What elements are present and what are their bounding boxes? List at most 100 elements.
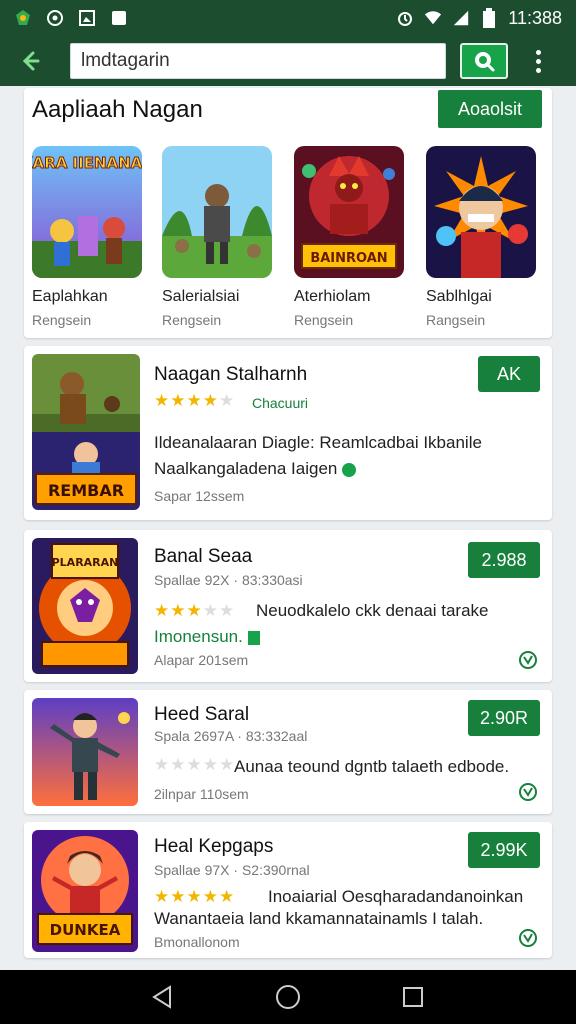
app-list-item[interactable]: DUNKEA Heal Kepgaps Spallae 97X · S2:390… bbox=[24, 822, 552, 958]
circle-home-icon bbox=[275, 985, 300, 1009]
star-icon: ★ bbox=[219, 601, 235, 620]
featured-tile[interactable]: Salerialsiai Rengsein bbox=[162, 146, 272, 328]
star-icon: ★ bbox=[186, 391, 202, 410]
art-title: KARA IIENANAS bbox=[32, 154, 142, 172]
app-meta: Spallae 92X · 83:330asi bbox=[154, 572, 303, 588]
rating-stars: ★ ★ ★ ★ ★ bbox=[154, 888, 234, 905]
description-line: Ildeanalaaran Diagle: Reamlcadbai Ikbani… bbox=[154, 433, 482, 452]
signal-icon bbox=[452, 9, 470, 27]
app-list-item[interactable]: PLARARAN Banal Seaa Spallae 92X · 83:330… bbox=[24, 530, 552, 682]
search-input[interactable] bbox=[70, 43, 446, 79]
app-description-line2: Wanantaeia land kkamannatainamls I talah… bbox=[154, 909, 484, 928]
tile-name: Sablhlgai bbox=[426, 288, 492, 305]
featured-tile[interactable]: Sablhlgai Rangsein bbox=[426, 146, 536, 328]
app-notification-icon bbox=[14, 9, 32, 27]
app-artwork: KARA IIENANAS bbox=[32, 146, 142, 278]
nav-back-button[interactable] bbox=[143, 977, 183, 1017]
description-line: Naalkangaladena Iaigen bbox=[154, 456, 534, 482]
tile-subtitle: Rengsein bbox=[162, 312, 222, 328]
star-icon: ★ bbox=[170, 391, 186, 410]
rating-stars: ★ ★ ★ ★ ★ bbox=[154, 756, 234, 773]
star-icon: ★ bbox=[154, 887, 170, 906]
app-title: Banal Seaa bbox=[154, 546, 253, 567]
featured-tile[interactable]: KARA IIENANAS Eaplahkan Rengsein bbox=[32, 146, 142, 328]
art-title: REMBAR bbox=[48, 481, 124, 500]
art-title: PLARARAN bbox=[52, 556, 119, 569]
app-artwork: BAINROAN bbox=[294, 146, 404, 278]
back-button[interactable] bbox=[10, 41, 50, 81]
nav-recents-button[interactable] bbox=[393, 977, 433, 1017]
price-button[interactable]: AK bbox=[478, 356, 540, 392]
featured-section: Aapliaah Nagan Aoaolsit KARA IIENANAS Ea… bbox=[24, 88, 552, 338]
see-more-button[interactable]: Aoaolsit bbox=[438, 90, 542, 128]
battery-icon bbox=[480, 8, 498, 28]
app-description-line1: Neuodkalelo ckk denaai tarake bbox=[256, 601, 489, 620]
star-icon: ★ bbox=[170, 887, 186, 906]
gallery-icon bbox=[78, 9, 96, 27]
app-list-item[interactable]: Heed Saral Spala 2697A · 83:332aal ★ ★ ★ ★ ★… bbox=[24, 690, 552, 814]
star-icon: ★ bbox=[202, 391, 218, 410]
star-icon: ★ bbox=[186, 755, 202, 774]
alarm-icon bbox=[396, 9, 414, 27]
rating-stars: ★ ★ ★ ★ ★ bbox=[154, 602, 234, 619]
star-icon: ★ bbox=[219, 755, 235, 774]
whatsapp-icon bbox=[46, 9, 64, 27]
tile-name: Salerialsiai bbox=[162, 288, 240, 305]
search-toolbar bbox=[0, 36, 576, 86]
status-bar: 11:388 bbox=[0, 0, 576, 36]
star-icon: ★ bbox=[202, 887, 218, 906]
installed-check-icon bbox=[519, 651, 537, 669]
app-title: Heal Kepgaps bbox=[154, 836, 274, 857]
price-button[interactable]: 2.90R bbox=[468, 700, 540, 736]
app-artwork bbox=[162, 146, 272, 278]
app-footer: Bmonallonom bbox=[154, 934, 240, 950]
art-title: BAINROAN bbox=[310, 251, 387, 266]
star-icon: ★ bbox=[170, 755, 186, 774]
tile-name: Aterhiolam bbox=[294, 288, 371, 305]
search-button[interactable] bbox=[460, 43, 508, 79]
art-title: DUNKEA bbox=[50, 921, 121, 939]
navigation-bar bbox=[0, 970, 576, 1024]
installed-check-icon bbox=[519, 929, 537, 947]
rating-stars: ★ ★ ★ ★ ★ bbox=[154, 392, 234, 409]
app-artwork: DUNKEA bbox=[32, 830, 138, 952]
price-button[interactable]: 2.988 bbox=[468, 542, 540, 578]
section-title: Aapliaah Nagan bbox=[32, 96, 203, 123]
star-icon: ★ bbox=[219, 887, 235, 906]
app-description: Ildeanalaaran Diagle: Reamlcadbai Ikbani… bbox=[154, 430, 534, 482]
installed-check-icon bbox=[519, 783, 537, 801]
square-recents-icon bbox=[403, 987, 424, 1007]
nav-home-button[interactable] bbox=[268, 977, 308, 1017]
app-artwork bbox=[32, 698, 138, 806]
star-icon: ★ bbox=[202, 601, 218, 620]
star-icon: ★ bbox=[219, 391, 235, 410]
app-description: Aunaa teound dgntb talaeth edbode. bbox=[234, 757, 510, 776]
tile-subtitle: Rangsein bbox=[426, 312, 486, 328]
app-title: Naagan Stalharnh bbox=[154, 364, 308, 385]
star-icon: ★ bbox=[186, 887, 202, 906]
app-meta: Spala 2697A · 83:332aal bbox=[154, 728, 308, 744]
star-icon: ★ bbox=[202, 755, 218, 774]
price-button[interactable]: 2.99K bbox=[468, 832, 540, 868]
app-meta: Spallae 97X · S2:390rnal bbox=[154, 862, 310, 878]
verified-icon bbox=[342, 462, 357, 477]
star-icon: ★ bbox=[170, 601, 186, 620]
arrow-left-icon bbox=[22, 51, 40, 71]
app-footer: Sapar 12ssem bbox=[154, 488, 245, 504]
star-icon: ★ bbox=[186, 601, 202, 620]
featured-tile[interactable]: BAINROAN Aterhiolam Rengsein bbox=[294, 146, 404, 328]
verified-icon bbox=[247, 630, 260, 645]
app-artwork bbox=[426, 146, 536, 278]
star-icon: ★ bbox=[154, 391, 170, 410]
app-tag: Chacuuri bbox=[252, 395, 309, 411]
overflow-menu-button[interactable] bbox=[526, 43, 550, 79]
app-title: Heed Saral bbox=[154, 704, 250, 725]
tile-name: Eaplahkan bbox=[32, 288, 108, 305]
star-icon: ★ bbox=[154, 601, 170, 620]
app-footer: 2ilnpar 110sem bbox=[154, 786, 249, 802]
notification-square-icon bbox=[110, 9, 128, 27]
status-time: 11:388 bbox=[508, 7, 562, 28]
app-list-item[interactable]: REMBAR Naagan Stalharnh ★ ★ ★ ★ ★ Chacuuri I… bbox=[24, 346, 552, 520]
app-artwork: REMBAR bbox=[32, 354, 140, 510]
triangle-back-icon bbox=[151, 985, 171, 1009]
